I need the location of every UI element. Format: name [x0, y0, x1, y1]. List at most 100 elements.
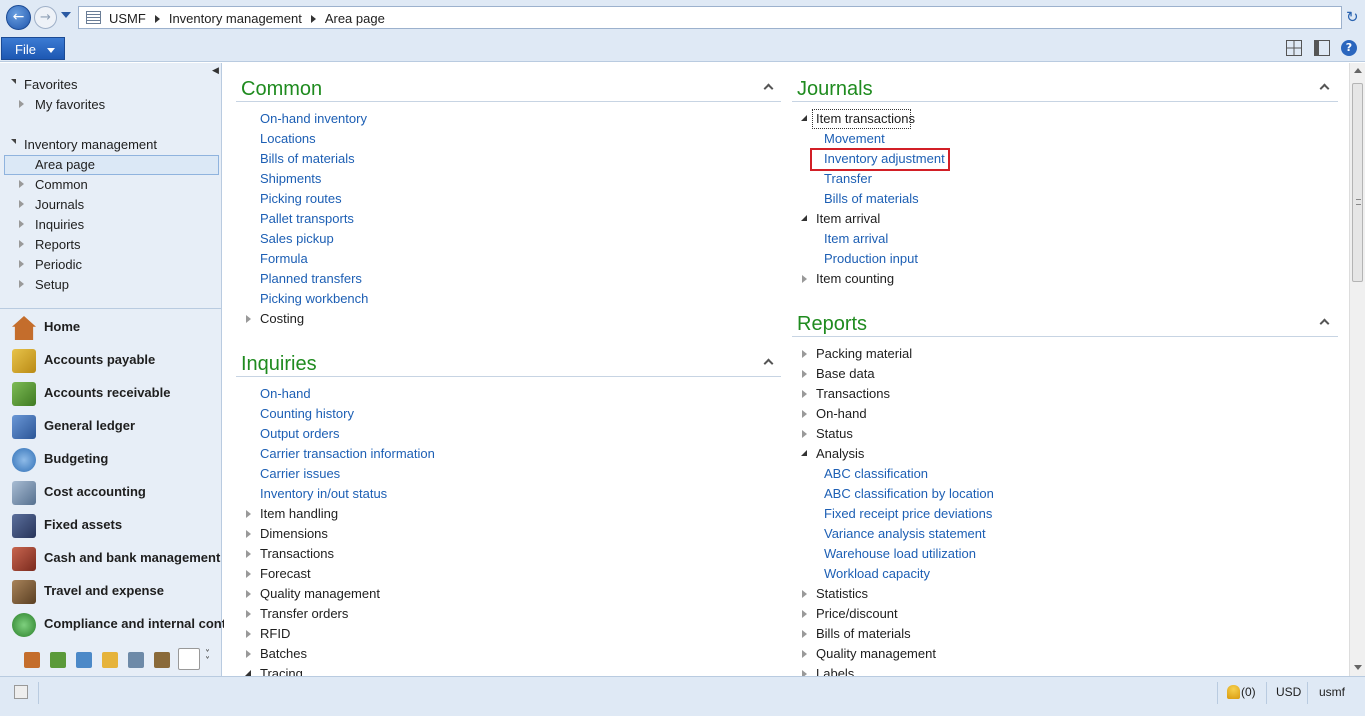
collapsed-icon[interactable] — [802, 410, 807, 418]
notification-count[interactable]: (0) — [1241, 685, 1256, 699]
group-transfer-orders[interactable]: Transfer orders — [260, 604, 348, 624]
module-fixed-assets[interactable]: Fixed assets — [0, 509, 221, 542]
link-transfer[interactable]: Transfer — [824, 169, 872, 189]
collapsed-icon[interactable] — [246, 570, 251, 578]
group-item-counting[interactable]: Item counting — [816, 269, 894, 289]
collapsed-icon[interactable] — [19, 100, 24, 108]
group-batches[interactable]: Batches — [260, 644, 307, 664]
link-warehouse-load-utilization[interactable]: Warehouse load utilization — [824, 544, 976, 564]
address-menu-icon[interactable] — [86, 11, 101, 24]
group-rfid[interactable]: RFID — [260, 624, 290, 644]
collapsed-icon[interactable] — [19, 260, 24, 268]
bell-icon[interactable] — [1227, 685, 1240, 699]
address-bar[interactable]: USMF Inventory management Area page — [78, 6, 1342, 29]
link-picking-workbench[interactable]: Picking workbench — [260, 289, 368, 309]
link-planned-transfers[interactable]: Planned transfers — [260, 269, 362, 289]
pane-divider[interactable] — [0, 308, 221, 309]
file-menu-button[interactable]: File — [1, 37, 65, 60]
group-quality-management[interactable]: Quality management — [260, 584, 380, 604]
link-journal-bills-of-materials[interactable]: Bills of materials — [824, 189, 919, 209]
collapsed-icon[interactable] — [246, 590, 251, 598]
collapsed-icon[interactable] — [246, 550, 251, 558]
scroll-down-icon[interactable] — [1354, 665, 1362, 670]
expanded-icon[interactable] — [801, 115, 807, 121]
collapsed-icon[interactable] — [802, 390, 807, 398]
collapsed-icon[interactable] — [802, 430, 807, 438]
collapsed-icon[interactable] — [19, 200, 24, 208]
group-report-bills-of-materials[interactable]: Bills of materials — [816, 624, 911, 644]
collapse-section-icon[interactable] — [1319, 83, 1330, 94]
module-compliance[interactable]: Compliance and internal cont... — [0, 608, 237, 641]
breadcrumb-company[interactable]: USMF — [109, 11, 146, 26]
link-abc-classification[interactable]: ABC classification — [824, 464, 928, 484]
breadcrumb-page[interactable]: Area page — [325, 11, 385, 26]
tree-item-periodic[interactable]: Periodic — [35, 255, 82, 275]
my-favorites-node[interactable]: My favorites — [35, 95, 105, 115]
collapsed-icon[interactable] — [246, 510, 251, 518]
collapsed-icon[interactable] — [802, 610, 807, 618]
group-item-handling[interactable]: Item handling — [260, 504, 338, 524]
area-page-node[interactable]: Area page — [35, 155, 95, 175]
favorites-node[interactable]: Favorites — [24, 75, 77, 95]
shortcut-truck-icon[interactable] — [154, 652, 170, 668]
group-price-discount[interactable]: Price/discount — [816, 604, 898, 624]
group-analysis[interactable]: Analysis — [816, 444, 864, 464]
breadcrumb-separator-icon[interactable] — [154, 14, 160, 23]
group-item-arrival[interactable]: Item arrival — [816, 209, 880, 229]
forward-button[interactable]: → — [34, 6, 57, 29]
expanded-icon[interactable] — [801, 215, 807, 221]
link-picking-routes[interactable]: Picking routes — [260, 189, 342, 209]
module-cash-bank[interactable]: Cash and bank management — [0, 542, 221, 575]
scroll-up-icon[interactable] — [1354, 68, 1362, 73]
collapsed-icon[interactable] — [246, 650, 251, 658]
back-button[interactable]: ← — [6, 5, 31, 30]
group-costing[interactable]: Costing — [260, 309, 304, 329]
history-dropdown-icon[interactable] — [61, 12, 71, 18]
expanded-icon[interactable] — [11, 79, 16, 84]
link-fixed-receipt-price-deviations[interactable]: Fixed receipt price deviations — [824, 504, 992, 524]
collapse-section-icon[interactable] — [763, 83, 774, 94]
collapse-section-icon[interactable] — [763, 358, 774, 369]
tree-item-reports[interactable]: Reports — [35, 235, 81, 255]
link-carrier-transaction-information[interactable]: Carrier transaction information — [260, 444, 435, 464]
inventory-management-node[interactable]: Inventory management — [24, 135, 157, 155]
help-icon[interactable]: ? — [1341, 40, 1357, 56]
collapsed-icon[interactable] — [19, 240, 24, 248]
link-locations[interactable]: Locations — [260, 129, 316, 149]
link-output-orders[interactable]: Output orders — [260, 424, 340, 444]
link-variance-analysis-statement[interactable]: Variance analysis statement — [824, 524, 986, 544]
link-inventory-adjustment[interactable]: Inventory adjustment — [824, 149, 945, 169]
link-abc-classification-by-location[interactable]: ABC classification by location — [824, 484, 994, 504]
link-bills-of-materials[interactable]: Bills of materials — [260, 149, 355, 169]
link-item-arrival[interactable]: Item arrival — [824, 229, 888, 249]
collapsed-icon[interactable] — [246, 530, 251, 538]
group-report-transactions[interactable]: Transactions — [816, 384, 890, 404]
collapsed-icon[interactable] — [19, 220, 24, 228]
shortcut-system-icon[interactable] — [128, 652, 144, 668]
module-home[interactable]: Home — [0, 311, 221, 344]
breadcrumb-separator-icon[interactable] — [310, 14, 316, 23]
collapsed-icon[interactable] — [802, 630, 807, 638]
module-general-ledger[interactable]: General ledger — [0, 410, 221, 443]
scroll-thumb[interactable] — [1352, 83, 1363, 282]
collapsed-icon[interactable] — [802, 650, 807, 658]
refresh-icon[interactable]: ↻ — [1346, 9, 1362, 26]
collapsed-icon[interactable] — [802, 350, 807, 358]
group-labels[interactable]: Labels — [816, 664, 854, 676]
expanded-icon[interactable] — [11, 139, 16, 144]
collapsed-icon[interactable] — [246, 610, 251, 618]
group-tracing[interactable]: Tracing — [260, 664, 303, 676]
link-movement[interactable]: Movement — [824, 129, 885, 149]
collapsed-icon[interactable] — [19, 280, 24, 288]
collapsed-icon[interactable] — [802, 590, 807, 598]
link-production-input[interactable]: Production input — [824, 249, 918, 269]
link-sales-pickup[interactable]: Sales pickup — [260, 229, 334, 249]
module-travel-expense[interactable]: Travel and expense — [0, 575, 221, 608]
tree-item-common[interactable]: Common — [35, 175, 88, 195]
shortcut-document-icon[interactable] — [102, 652, 118, 668]
group-dimensions[interactable]: Dimensions — [260, 524, 328, 544]
collapsed-icon[interactable] — [802, 370, 807, 378]
link-counting-history[interactable]: Counting history — [260, 404, 354, 424]
tree-item-journals[interactable]: Journals — [35, 195, 84, 215]
group-statistics[interactable]: Statistics — [816, 584, 868, 604]
